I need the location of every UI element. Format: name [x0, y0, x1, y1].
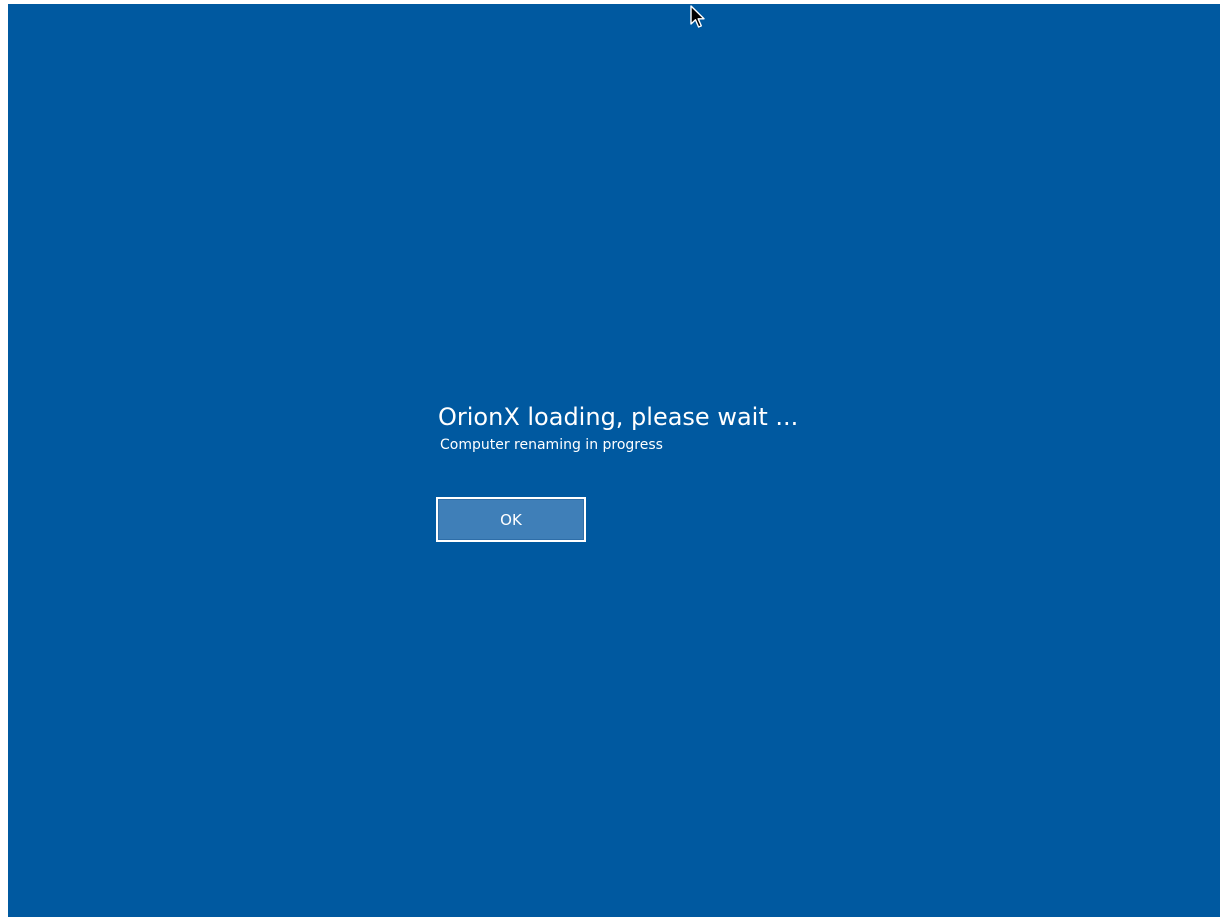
dialog-subtitle: Computer renaming in progress [440, 437, 663, 453]
loading-dialog: OrionX loading, please wait ... Computer… [436, 402, 858, 542]
dialog-title: OrionX loading, please wait ... [438, 403, 799, 431]
ok-button[interactable]: OK [436, 497, 586, 542]
mouse-pointer-icon [690, 5, 705, 28]
desktop-screen: OrionX loading, please wait ... Computer… [8, 4, 1220, 917]
